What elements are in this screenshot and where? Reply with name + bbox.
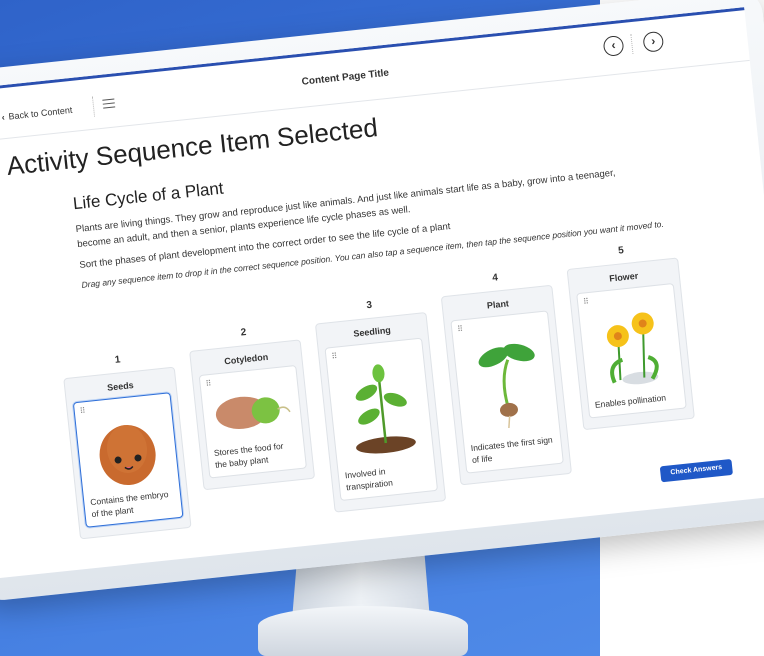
flower-illustration xyxy=(585,299,677,391)
sequence-position-4[interactable]: 4 Plant ⠿ Indicates the first sign of li… xyxy=(439,267,573,486)
cotyledon-illustration xyxy=(207,381,296,440)
sprout-illustration xyxy=(459,326,553,434)
item-description: Enables pollination xyxy=(594,392,667,410)
monitor-base xyxy=(258,606,468,656)
item-description: Indicates the first sign of life xyxy=(470,434,554,466)
screen: ‹ Back to Content Content Page Title ‹ ›… xyxy=(0,7,764,579)
sequence-slot[interactable]: Seeds ⠿ Contains the embryo of the plant xyxy=(63,366,192,540)
sequence-position-3[interactable]: 3 Seedling ⠿ Involved in transpiration xyxy=(313,294,447,513)
sequence-slot[interactable]: Seedling ⠿ Involved in transpiration xyxy=(314,312,447,513)
sequence-item-seeds[interactable]: ⠿ Contains the embryo of the plant xyxy=(72,392,184,528)
sequence-item-seedling[interactable]: ⠿ Involved in transpiration xyxy=(324,337,439,502)
sequence-slot[interactable]: Plant ⠿ Indicates the first sign of life xyxy=(440,284,573,486)
sequence-item-flower[interactable]: ⠿ Enables pollination xyxy=(576,282,687,419)
drag-handle-icon[interactable]: ⠿ xyxy=(79,406,85,415)
sequence-slot[interactable]: Flower ⠿ Enables pollination xyxy=(566,257,695,431)
item-description: Involved in transpiration xyxy=(344,466,394,493)
seed-illustration xyxy=(81,408,172,488)
sequence-slot[interactable]: Cotyledon ⠿ Stores the food for the baby… xyxy=(189,339,316,491)
seedling-illustration xyxy=(333,353,427,461)
sequence-item-cotyledon[interactable]: ⠿ Stores the food for the baby plant xyxy=(198,364,307,479)
drag-handle-icon[interactable]: ⠿ xyxy=(331,352,337,361)
sequence-position-1[interactable]: 1 Seeds ⠿ Contains the embryo of the pla… xyxy=(61,349,192,540)
drag-handle-icon[interactable]: ⠿ xyxy=(205,379,211,388)
drag-handle-icon[interactable]: ⠿ xyxy=(583,297,589,306)
sequence-position-2[interactable]: 2 Cotyledon ⠿ Stores the food for the ba… xyxy=(187,321,316,491)
drag-handle-icon[interactable]: ⠿ xyxy=(457,324,463,333)
sequence-position-5[interactable]: 5 Flower ⠿ Enables pollination xyxy=(565,240,695,431)
sequence-item-plant[interactable]: ⠿ Indicates the first sign of life xyxy=(450,310,564,474)
item-description: Contains the embryo of the plant xyxy=(89,488,169,520)
item-description: Stores the food for the baby plant xyxy=(213,440,284,470)
